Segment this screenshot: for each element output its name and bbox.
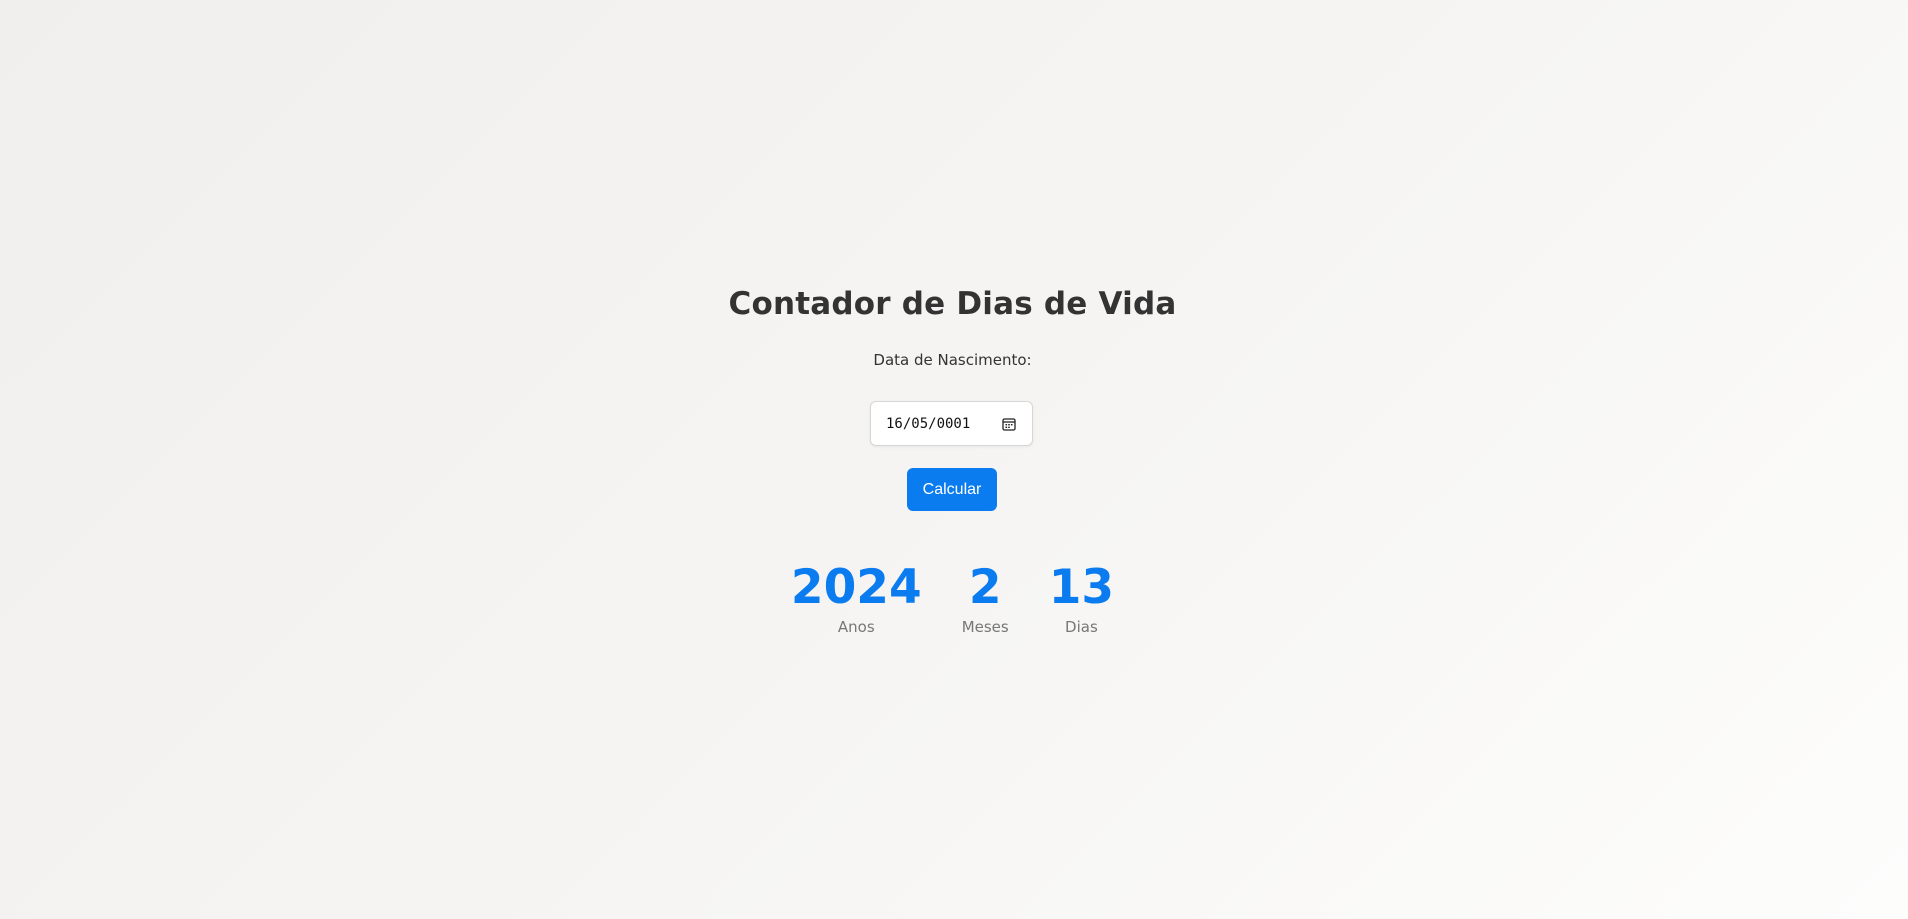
page-title: Contador de Dias de Vida (728, 286, 1177, 322)
days-label: Dias (1065, 618, 1098, 636)
birth-date-input[interactable]: 16/05/0001 (870, 401, 1033, 446)
results-panel: 2024 Anos 2 Meses 13 Dias (0, 558, 1905, 636)
result-years: 2024 Anos (791, 558, 922, 636)
calendar-icon[interactable] (1001, 416, 1017, 432)
birth-date-value[interactable]: 16/05/0001 (886, 416, 1001, 432)
years-label: Anos (837, 618, 875, 636)
result-months: 2 Meses (962, 558, 1009, 636)
months-value: 2 (968, 560, 1002, 615)
years-value: 2024 (790, 560, 922, 615)
months-label: Meses (961, 618, 1009, 636)
birth-date-label: Data de Nascimento: (873, 351, 1032, 369)
result-days: 13 Dias (1049, 558, 1114, 636)
calculate-button[interactable]: Calcular (907, 468, 997, 511)
days-value: 13 (1048, 560, 1115, 615)
